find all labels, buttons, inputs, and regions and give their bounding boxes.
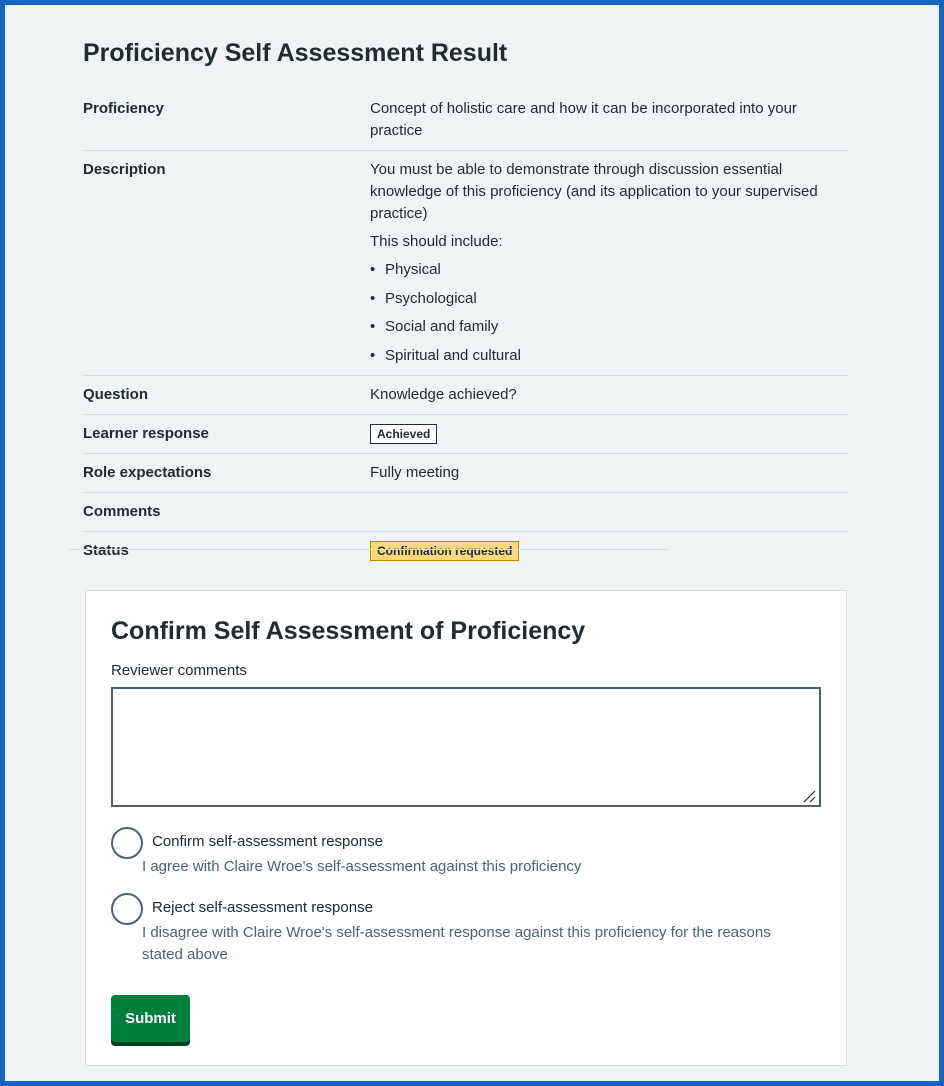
summary-value: Knowledge achieved? bbox=[370, 385, 517, 403]
summary-row-question: Question Knowledge achieved? bbox=[83, 376, 848, 415]
summary-key: Status bbox=[83, 541, 129, 559]
description-list: Physical Psychological Social and family… bbox=[370, 259, 818, 367]
list-item: Social and family bbox=[370, 316, 818, 338]
summary-value bbox=[370, 501, 848, 523]
confirm-option-label[interactable]: Confirm self-assessment response bbox=[152, 833, 383, 850]
confirm-card: Confirm Self Assessment of Proficiency R… bbox=[85, 590, 847, 1066]
summary-key: Comments bbox=[83, 502, 161, 520]
confirm-radio[interactable] bbox=[111, 827, 143, 859]
submit-button[interactable]: Submit bbox=[111, 995, 190, 1042]
divider bbox=[69, 549, 669, 550]
page-frame: Proficiency Self Assessment Result Profi… bbox=[0, 0, 944, 1086]
confirm-title: Confirm Self Assessment of Proficiency bbox=[111, 617, 586, 645]
summary-row-description: Description You must be able to demonstr… bbox=[83, 151, 848, 376]
summary-row-comments: Comments bbox=[83, 493, 848, 532]
summary-list: Proficiency Concept of holistic care and… bbox=[83, 90, 848, 570]
summary-value: Fully meeting bbox=[370, 463, 460, 481]
reject-radio[interactable] bbox=[111, 893, 143, 925]
summary-row-role-expectations: Role expectations Fully meeting bbox=[83, 454, 848, 493]
summary-value: Confirmation requested bbox=[370, 540, 848, 562]
summary-key: Learner response bbox=[83, 424, 209, 442]
reviewer-comments-field[interactable] bbox=[111, 687, 821, 807]
status-badge: Confirmation requested bbox=[370, 540, 520, 561]
summary-row-status: Status Confirmation requested bbox=[83, 532, 848, 570]
reviewer-comments-label: Reviewer comments bbox=[111, 662, 247, 679]
list-item: Spiritual and cultural bbox=[370, 345, 818, 367]
summary-row-proficiency: Proficiency Concept of holistic care and… bbox=[83, 90, 848, 151]
resize-grip-icon[interactable] bbox=[802, 789, 816, 803]
summary-value: You must be able to demonstrate through … bbox=[370, 159, 848, 367]
description-intro: This should include: bbox=[370, 233, 503, 250]
reject-option-label[interactable]: Reject self-assessment response bbox=[152, 899, 373, 916]
summary-value: Achieved bbox=[370, 423, 848, 445]
summary-key: Question bbox=[83, 385, 149, 403]
confirm-option-hint: I agree with Claire Wroe's self-assessme… bbox=[142, 858, 582, 875]
page-title: Proficiency Self Assessment Result bbox=[83, 39, 508, 67]
summary-key: Description bbox=[83, 161, 166, 178]
list-item: Physical bbox=[370, 259, 818, 281]
summary-value: Concept of holistic care and how it can … bbox=[370, 100, 797, 139]
learner-response-tag: Achieved bbox=[370, 423, 438, 444]
summary-key: Proficiency bbox=[83, 100, 164, 117]
description-text: You must be able to demonstrate through … bbox=[370, 161, 818, 222]
summary-row-learner-response: Learner response Achieved bbox=[83, 415, 848, 454]
list-item: Psychological bbox=[370, 288, 818, 310]
reject-option-hint: I disagree with Claire Wroe's self-asses… bbox=[142, 924, 771, 963]
summary-key: Role expectations bbox=[83, 463, 212, 481]
